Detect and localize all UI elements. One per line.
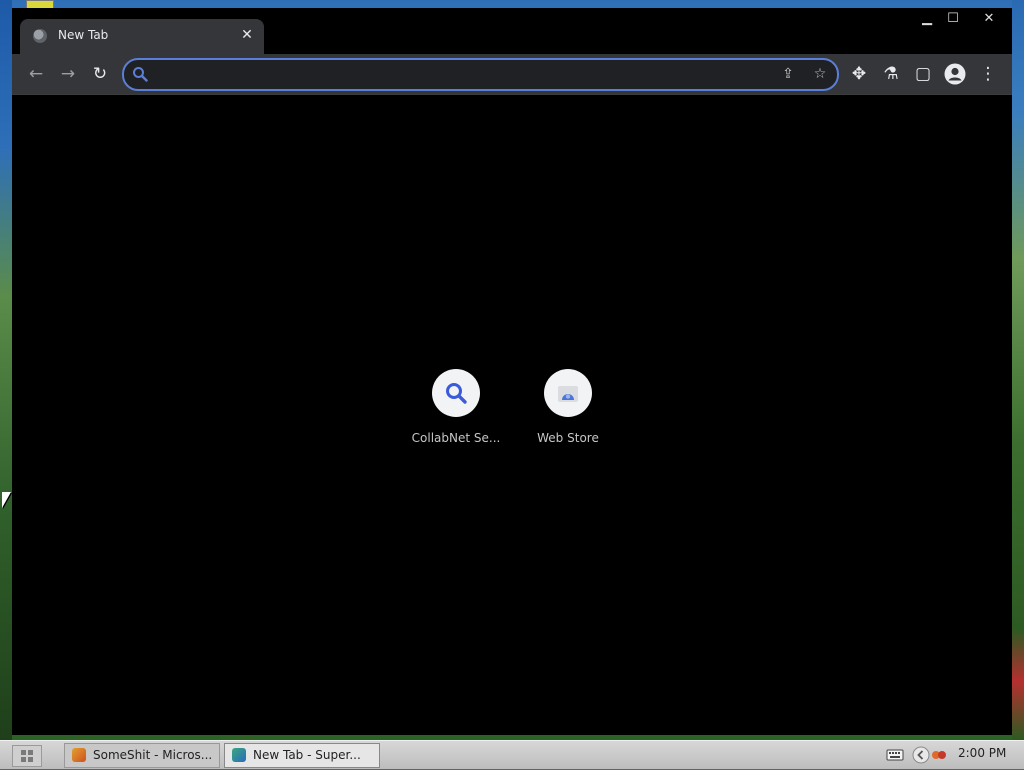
profile-avatar-icon[interactable] bbox=[944, 63, 966, 85]
side-panel-icon[interactable]: ▢ bbox=[911, 62, 935, 86]
shortcut-icon-circle bbox=[432, 369, 480, 417]
taskbar-item-paint[interactable]: SomeShit - Micros... bbox=[64, 743, 220, 768]
address-bar[interactable]: ⇪ ☆ bbox=[122, 58, 839, 91]
search-icon bbox=[133, 67, 148, 82]
maximize-button[interactable]: ☐ bbox=[940, 8, 966, 30]
shortcut-web-store[interactable]: Web Store bbox=[512, 369, 624, 445]
clock[interactable]: 2:00 PM bbox=[958, 746, 1006, 760]
taskbar: SomeShit - Micros... New Tab - Super... … bbox=[0, 740, 1024, 769]
close-window-button[interactable]: ✕ bbox=[966, 8, 1012, 30]
tab-new-tab[interactable]: New Tab ✕ bbox=[20, 19, 264, 54]
taskbar-item-label: New Tab - Super... bbox=[253, 748, 361, 762]
paint-icon bbox=[72, 748, 86, 762]
reload-button[interactable]: ↻ bbox=[88, 62, 112, 86]
new-tab-page: CollabNet Se... Web Store bbox=[12, 95, 1012, 735]
browser-toolbar: ← → ↻ ⇪ ☆ ✥ ⚗ ▢ ⋮ bbox=[12, 54, 1012, 94]
keyboard-icon[interactable] bbox=[886, 746, 904, 764]
menu-kebab-icon[interactable]: ⋮ bbox=[976, 62, 1000, 86]
labs-flask-icon[interactable]: ⚗ bbox=[879, 62, 903, 86]
extensions-icon[interactable]: ✥ bbox=[847, 62, 871, 86]
start-grid-icon bbox=[21, 750, 33, 762]
tab-close-button[interactable]: ✕ bbox=[238, 26, 256, 44]
taskbar-item-label: SomeShit - Micros... bbox=[93, 748, 213, 762]
back-button[interactable]: ← bbox=[24, 62, 48, 86]
minimize-button[interactable]: ▁ bbox=[914, 8, 940, 30]
search-icon bbox=[446, 383, 467, 404]
shortcut-title: CollabNet Se... bbox=[411, 431, 501, 445]
start-button[interactable] bbox=[12, 745, 42, 767]
mouse-cursor bbox=[2, 492, 11, 508]
desktop-background-right bbox=[1012, 0, 1024, 740]
shortcut-icon-circle bbox=[544, 369, 592, 417]
web-store-icon bbox=[558, 386, 578, 402]
browser-window: New Tab ✕ ▁ ☐ ✕ ← → ↻ ⇪ ☆ ✥ ⚗ ▢ ⋮ Collab… bbox=[12, 8, 1012, 735]
forward-button[interactable]: → bbox=[56, 62, 80, 86]
globe-icon bbox=[33, 29, 47, 43]
browser-icon bbox=[232, 748, 246, 762]
network-tray-icon[interactable] bbox=[930, 746, 948, 764]
window-controls: ▁ ☐ ✕ bbox=[914, 8, 1012, 30]
shortcut-title: Web Store bbox=[537, 431, 599, 445]
title-bar[interactable]: New Tab ✕ ▁ ☐ ✕ bbox=[12, 8, 1012, 54]
address-input[interactable] bbox=[156, 63, 760, 87]
share-icon[interactable]: ⇪ bbox=[778, 64, 798, 84]
shortcut-collabnet[interactable]: CollabNet Se... bbox=[400, 369, 512, 445]
tab-title: New Tab bbox=[58, 28, 109, 42]
taskbar-item-browser[interactable]: New Tab - Super... bbox=[224, 743, 380, 768]
desktop-background-left bbox=[0, 0, 12, 740]
chevron-left-icon[interactable] bbox=[912, 746, 930, 764]
bookmark-star-icon[interactable]: ☆ bbox=[810, 64, 830, 84]
